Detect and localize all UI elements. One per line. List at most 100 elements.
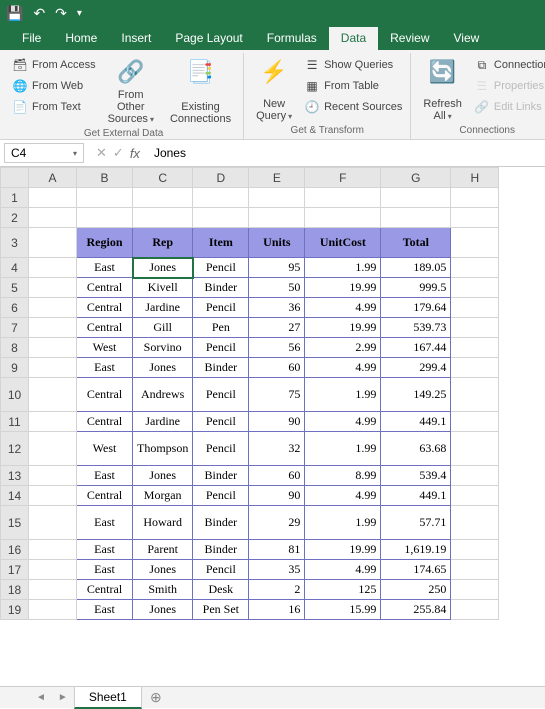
cell-D7[interactable]: Pen	[193, 318, 249, 338]
cell-E1[interactable]	[249, 188, 305, 208]
cell-B18[interactable]: Central	[77, 580, 133, 600]
row-header[interactable]: 9	[1, 358, 29, 378]
cell-H17[interactable]	[451, 560, 499, 580]
cell-E13[interactable]: 60	[249, 466, 305, 486]
row-header[interactable]: 8	[1, 338, 29, 358]
cell-C8[interactable]: Sorvino	[133, 338, 193, 358]
cell-A1[interactable]	[29, 188, 77, 208]
row-header[interactable]: 7	[1, 318, 29, 338]
cell-B6[interactable]: Central	[77, 298, 133, 318]
cell-G5[interactable]: 999.5	[381, 278, 451, 298]
sheet-nav-prev[interactable]: ◄	[30, 692, 52, 703]
cell-D14[interactable]: Pencil	[193, 486, 249, 506]
cell-A4[interactable]	[29, 258, 77, 278]
cell-G8[interactable]: 167.44	[381, 338, 451, 358]
cell-D2[interactable]	[193, 208, 249, 228]
cell-C19[interactable]: Jones	[133, 600, 193, 620]
row-header[interactable]: 17	[1, 560, 29, 580]
row-header[interactable]: 16	[1, 540, 29, 560]
cancel-icon[interactable]: ✕	[96, 145, 107, 161]
cell-E18[interactable]: 2	[249, 580, 305, 600]
cell-F6[interactable]: 4.99	[305, 298, 381, 318]
cell-E6[interactable]: 36	[249, 298, 305, 318]
column-header-C[interactable]: C	[133, 168, 193, 188]
cell-A17[interactable]	[29, 560, 77, 580]
cell-H13[interactable]	[451, 466, 499, 486]
cell-B5[interactable]: Central	[77, 278, 133, 298]
cell-B1[interactable]	[77, 188, 133, 208]
cell-F12[interactable]: 1.99	[305, 432, 381, 466]
cell-A9[interactable]	[29, 358, 77, 378]
cell-E8[interactable]: 56	[249, 338, 305, 358]
cell-B13[interactable]: East	[77, 466, 133, 486]
row-header[interactable]: 19	[1, 600, 29, 620]
tab-page-layout[interactable]: Page Layout	[163, 27, 254, 50]
customize-qat-icon[interactable]: ▾	[77, 8, 82, 19]
column-header-B[interactable]: B	[77, 168, 133, 188]
name-box[interactable]: C4 ▾	[4, 143, 84, 163]
cell-H15[interactable]	[451, 506, 499, 540]
cell-D10[interactable]: Pencil	[193, 378, 249, 412]
tab-file[interactable]: File	[10, 27, 53, 50]
cell-G4[interactable]: 189.05	[381, 258, 451, 278]
worksheet-grid[interactable]: ABCDEFGH123RegionRepItemUnitsUnitCostTot…	[0, 167, 545, 686]
cell-D12[interactable]: Pencil	[193, 432, 249, 466]
cell-E16[interactable]: 81	[249, 540, 305, 560]
cell-G1[interactable]	[381, 188, 451, 208]
cell-F17[interactable]: 4.99	[305, 560, 381, 580]
cell-H11[interactable]	[451, 412, 499, 432]
cell-G9[interactable]: 299.4	[381, 358, 451, 378]
sheet-tab[interactable]: Sheet1	[74, 686, 142, 709]
cell-A12[interactable]	[29, 432, 77, 466]
cell-H19[interactable]	[451, 600, 499, 620]
cell-E17[interactable]: 35	[249, 560, 305, 580]
cell-C14[interactable]: Morgan	[133, 486, 193, 506]
redo-icon[interactable]: ↷	[55, 5, 67, 22]
cell-B14[interactable]: Central	[77, 486, 133, 506]
cell-G18[interactable]: 250	[381, 580, 451, 600]
cell-H6[interactable]	[451, 298, 499, 318]
cell-C5[interactable]: Kivell	[133, 278, 193, 298]
cell-E14[interactable]: 90	[249, 486, 305, 506]
cell-B16[interactable]: East	[77, 540, 133, 560]
cell-D1[interactable]	[193, 188, 249, 208]
cell-C2[interactable]	[133, 208, 193, 228]
cell-C7[interactable]: Gill	[133, 318, 193, 338]
cell-G17[interactable]: 174.65	[381, 560, 451, 580]
cell-D16[interactable]: Binder	[193, 540, 249, 560]
cell-G19[interactable]: 255.84	[381, 600, 451, 620]
cell-H14[interactable]	[451, 486, 499, 506]
cell-C15[interactable]: Howard	[133, 506, 193, 540]
row-header[interactable]: 6	[1, 298, 29, 318]
cell-G2[interactable]	[381, 208, 451, 228]
cell-C4[interactable]: Jones	[133, 258, 193, 278]
row-header[interactable]: 4	[1, 258, 29, 278]
row-header[interactable]: 14	[1, 486, 29, 506]
refresh-all-button[interactable]: 🔄 Refresh All▾	[417, 55, 468, 124]
cell-C18[interactable]: Smith	[133, 580, 193, 600]
cell-B15[interactable]: East	[77, 506, 133, 540]
cell-G3[interactable]: Total	[381, 228, 451, 258]
from-access-button[interactable]: 🗃From Access	[10, 55, 98, 75]
cell-A13[interactable]	[29, 466, 77, 486]
column-header-G[interactable]: G	[381, 168, 451, 188]
undo-icon[interactable]: ↶	[33, 5, 45, 22]
cell-A6[interactable]	[29, 298, 77, 318]
cell-C16[interactable]: Parent	[133, 540, 193, 560]
cell-E11[interactable]: 90	[249, 412, 305, 432]
cell-C1[interactable]	[133, 188, 193, 208]
cell-H8[interactable]	[451, 338, 499, 358]
column-header-D[interactable]: D	[193, 168, 249, 188]
cell-B12[interactable]: West	[77, 432, 133, 466]
column-header-F[interactable]: F	[305, 168, 381, 188]
cell-F3[interactable]: UnitCost	[305, 228, 381, 258]
cell-F1[interactable]	[305, 188, 381, 208]
cell-D15[interactable]: Binder	[193, 506, 249, 540]
cell-C6[interactable]: Jardine	[133, 298, 193, 318]
cell-G14[interactable]: 449.1	[381, 486, 451, 506]
cell-A11[interactable]	[29, 412, 77, 432]
cell-D18[interactable]: Desk	[193, 580, 249, 600]
cell-A3[interactable]	[29, 228, 77, 258]
recent-sources-button[interactable]: 🕘Recent Sources	[302, 97, 404, 117]
cell-E12[interactable]: 32	[249, 432, 305, 466]
